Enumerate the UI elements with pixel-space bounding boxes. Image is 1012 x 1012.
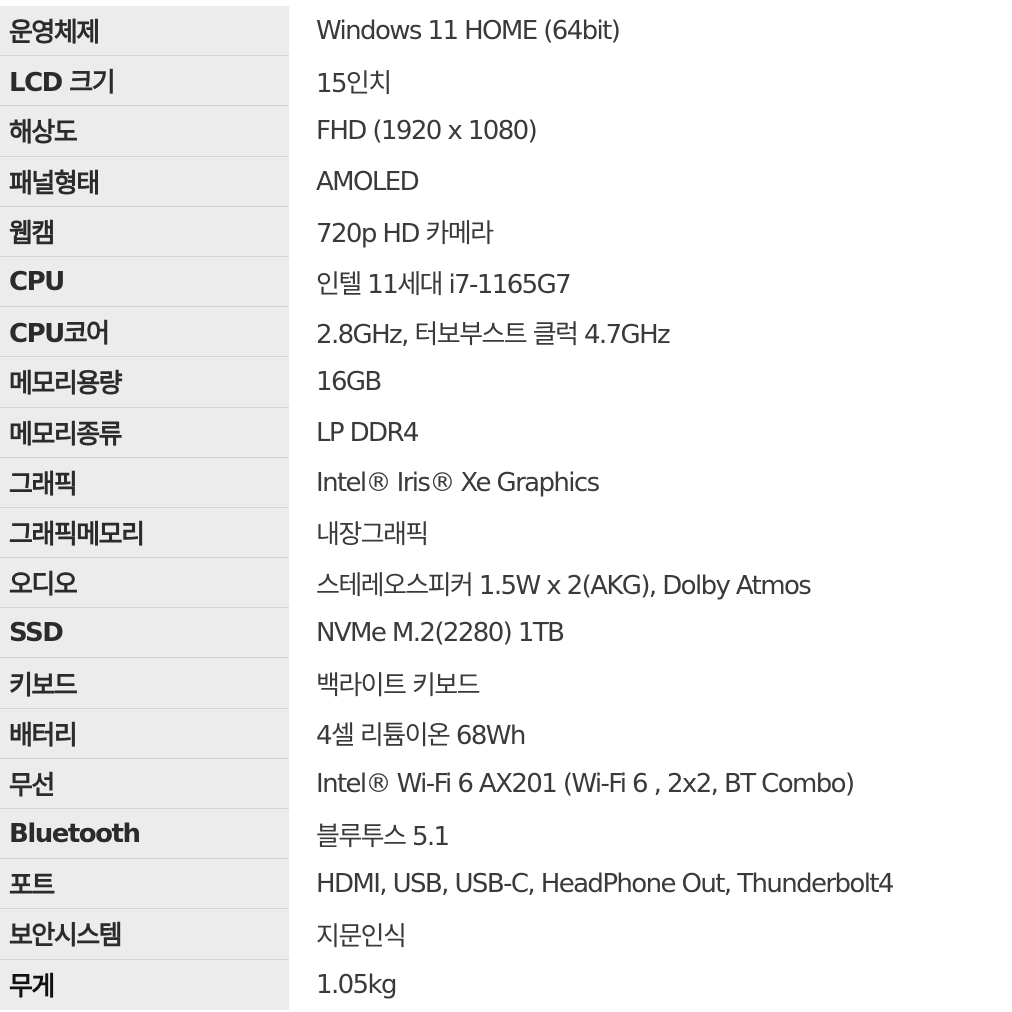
spec-value: Intel® Iris® Xe Graphics bbox=[316, 467, 600, 498]
spec-value: Intel® Wi-Fi 6 AX201 (Wi-Fi 6 , 2x2, BT … bbox=[316, 768, 855, 799]
spec-row: CPU코어 2.8GHz, 터보부스트 클럭 4.7GHz bbox=[0, 307, 1012, 358]
spec-value: 16GB bbox=[316, 367, 382, 398]
spec-row: 포트 HDMI, USB, USB-C, HeadPhone Out, Thund… bbox=[0, 859, 1012, 910]
spec-label: CPU bbox=[0, 256, 289, 308]
spec-label: Bluetooth bbox=[0, 809, 289, 860]
spec-value: Windows 11 HOME (64bit) bbox=[316, 16, 621, 47]
spec-row: 키보드 백라이트 키보드 bbox=[0, 658, 1012, 709]
spec-row: 보안시스템 지문인식 bbox=[0, 909, 1012, 960]
spec-value: 지문인식 bbox=[316, 921, 407, 952]
spec-value: LP DDR4 bbox=[316, 417, 419, 448]
spec-value: 4셀 리튬이온 68Wh bbox=[316, 721, 526, 752]
spec-value: 내장그래픽 bbox=[316, 520, 429, 551]
spec-label: 포트 bbox=[0, 859, 289, 910]
spec-row: 메모리용량 16GB bbox=[0, 357, 1012, 408]
spec-label: LCD 크기 bbox=[0, 56, 289, 107]
spec-label: 패널형태 bbox=[0, 156, 289, 207]
spec-label: 운영체제 bbox=[0, 6, 289, 57]
spec-value: 블루투스 5.1 bbox=[316, 821, 450, 852]
spec-row: 오디오 스테레오스피커 1.5W x 2(AKG), Dolby Atmos bbox=[0, 558, 1012, 609]
spec-row: 무게 1.05kg bbox=[0, 959, 1012, 1010]
spec-row: 운영체제 Windows 11 HOME (64bit) bbox=[0, 6, 1012, 57]
spec-label: 해상도 bbox=[0, 106, 289, 157]
spec-row: LCD 크기 15인치 bbox=[0, 56, 1012, 107]
spec-label: 무게 bbox=[0, 959, 289, 1010]
spec-row: 그래픽 Intel® Iris® Xe Graphics bbox=[0, 457, 1012, 508]
spec-value: 스테레오스피커 1.5W x 2(AKG), Dolby Atmos bbox=[316, 570, 812, 601]
spec-label: 키보드 bbox=[0, 658, 289, 709]
spec-value: 백라이트 키보드 bbox=[316, 671, 481, 702]
spec-label: 메모리용량 bbox=[0, 357, 289, 408]
spec-label: 배터리 bbox=[0, 708, 289, 759]
spec-row: CPU 인텔 11세대 i7-1165G7 bbox=[0, 256, 1012, 308]
spec-row: 그래픽메모리 내장그래픽 bbox=[0, 507, 1012, 559]
spec-value: 인텔 11세대 i7-1165G7 bbox=[316, 269, 572, 300]
spec-value: 15인치 bbox=[316, 68, 392, 99]
spec-row: SSD NVMe M.2(2280) 1TB bbox=[0, 608, 1012, 659]
spec-value: 720p HD 카메라 bbox=[316, 219, 494, 250]
spec-table: 운영체제 Windows 11 HOME (64bit) LCD 크기 15인치해상도… bbox=[0, 6, 1012, 1010]
spec-label: 무선 bbox=[0, 758, 289, 809]
spec-label: CPU코어 bbox=[0, 307, 289, 358]
spec-label: SSD bbox=[0, 608, 289, 659]
spec-label: 그래픽 bbox=[0, 457, 289, 508]
spec-value: 2.8GHz, 터보부스트 클럭 4.7GHz bbox=[316, 319, 671, 350]
spec-row: 무선 Intel® Wi-Fi 6 AX201 (Wi-Fi 6 , 2x2, B… bbox=[0, 758, 1012, 809]
spec-value: AMOLED bbox=[316, 166, 420, 197]
spec-value: NVMe M.2(2280) 1TB bbox=[316, 618, 565, 649]
spec-label: 오디오 bbox=[0, 558, 289, 609]
spec-value: 1.05kg bbox=[316, 969, 397, 1000]
spec-row: 패널형태 AMOLED bbox=[0, 156, 1012, 207]
spec-row: Bluetooth 블루투스 5.1 bbox=[0, 809, 1012, 860]
spec-label: 그래픽메모리 bbox=[0, 507, 289, 559]
spec-value: HDMI, USB, USB-C, HeadPhone Out, Thunder… bbox=[316, 869, 894, 900]
spec-row: 배터리 4셀 리튬이온 68Wh bbox=[0, 708, 1012, 759]
spec-label: 웹캠 bbox=[0, 206, 289, 257]
spec-row: 웹캠 720p HD 카메라 bbox=[0, 206, 1012, 257]
spec-row: 해상도 FHD (1920 x 1080) bbox=[0, 106, 1012, 157]
spec-label: 메모리종류 bbox=[0, 407, 289, 458]
spec-label: 보안시스템 bbox=[0, 909, 289, 960]
spec-row: 메모리종류 LP DDR4 bbox=[0, 407, 1012, 458]
spec-value: FHD (1920 x 1080) bbox=[316, 116, 538, 147]
